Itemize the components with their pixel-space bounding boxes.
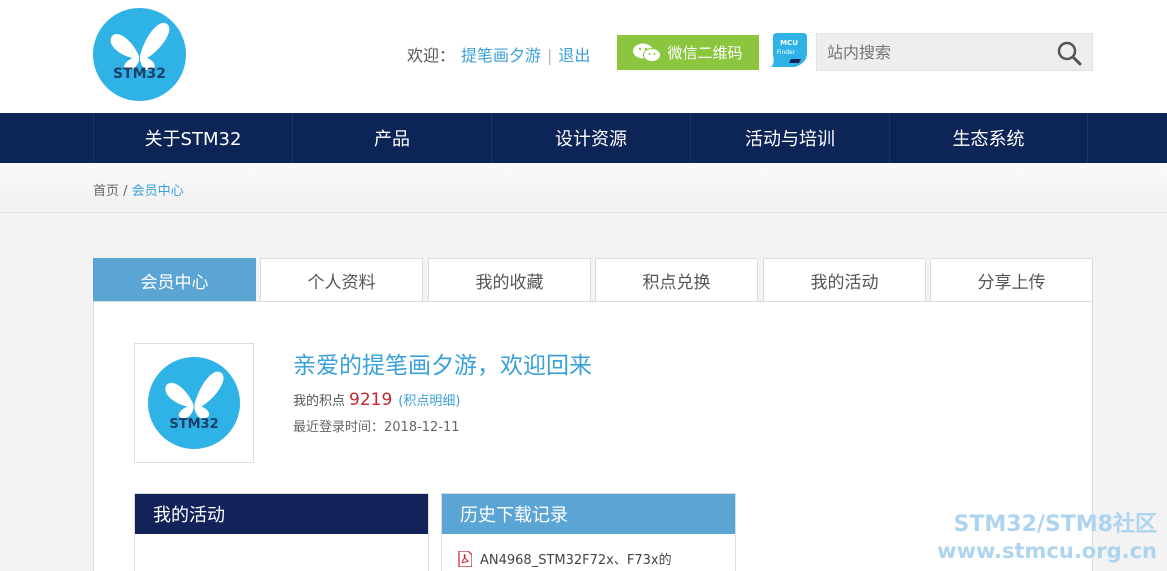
watermark-line2: www.stmcu.org.cn xyxy=(937,539,1157,563)
download-history-title: 历史下载记录 xyxy=(442,494,735,534)
tab-member-center[interactable]: 会员中心 xyxy=(93,258,256,302)
last-login: 最近登录时间：2018-12-11 xyxy=(293,420,460,435)
nav-item-ecosystem[interactable]: 生态系统 xyxy=(889,113,1088,163)
breadcrumb-current[interactable]: 会员中心 xyxy=(132,184,184,199)
tab-share-upload[interactable]: 分享上传 xyxy=(930,258,1093,302)
nav-item-about[interactable]: 关于STM32 xyxy=(93,113,292,163)
username-link[interactable]: 提笔画夕游 xyxy=(461,46,541,65)
watermark-line1: STM32/STM8社区 xyxy=(953,512,1157,537)
breadcrumb-bar: 首页 / 会员中心 xyxy=(0,163,1167,213)
tab-profile[interactable]: 个人资料 xyxy=(260,258,423,302)
nav-item-products[interactable]: 产品 xyxy=(292,113,491,163)
logo-text: STM32 xyxy=(112,66,167,82)
separator: | xyxy=(547,46,553,65)
tab-favorites[interactable]: 我的收藏 xyxy=(428,258,591,302)
download-item[interactable]: AN4968_STM32F72x、F73x的 xyxy=(458,549,672,568)
points-value: 9219 xyxy=(349,390,393,410)
main-nav: 关于STM32 产品 设计资源 活动与培训 生态系统 xyxy=(0,113,1167,163)
site-search xyxy=(816,33,1093,71)
nav-item-events-training[interactable]: 活动与培训 xyxy=(690,113,889,163)
download-history-box: 历史下载记录 AN4968_STM32F72x、F73x的 xyxy=(441,493,736,571)
stm32-logo[interactable]: STM32 xyxy=(93,8,186,101)
breadcrumb-home[interactable]: 首页 xyxy=(93,184,119,199)
svg-text:Finder: Finder xyxy=(777,49,796,56)
search-input[interactable] xyxy=(817,34,1047,70)
pdf-icon xyxy=(458,550,472,567)
svg-text:MCU: MCU xyxy=(780,39,798,47)
wechat-qr-button[interactable]: 微信二维码 xyxy=(617,35,759,70)
mcu-finder-icon[interactable]: MCU Finder xyxy=(769,33,807,69)
my-activities-title: 我的活动 xyxy=(135,494,428,534)
site-watermark: STM32/STM8社区 www.stmcu.org.cn xyxy=(937,512,1157,564)
tab-my-activities[interactable]: 我的活动 xyxy=(763,258,926,302)
tab-points-exchange[interactable]: 积点兑换 xyxy=(595,258,758,302)
butterfly-icon xyxy=(165,371,224,419)
points-line: 我的积点 9219 (积点明细) xyxy=(293,390,460,410)
breadcrumb-separator: / xyxy=(119,184,132,199)
points-label: 我的积点 xyxy=(293,394,346,409)
download-item-label: AN4968_STM32F72x、F73x的 xyxy=(480,553,672,568)
butterfly-icon xyxy=(110,22,170,70)
search-icon[interactable] xyxy=(1056,40,1082,66)
nav-item-design-resources[interactable]: 设计资源 xyxy=(491,113,690,163)
points-detail-link[interactable]: (积点明细) xyxy=(398,394,460,409)
avatar[interactable]: STM32 xyxy=(134,343,254,463)
welcome-bar: 欢迎： 提笔画夕游 | 退出 xyxy=(407,42,590,66)
wechat-label: 微信二维码 xyxy=(667,44,743,62)
avatar-logo: STM32 xyxy=(148,357,240,449)
site-header: STM32 欢迎： 提笔画夕游 | 退出 微信二维码 MCU Finder xyxy=(0,0,1167,113)
welcome-prefix: 欢迎： xyxy=(407,46,456,65)
logout-link[interactable]: 退出 xyxy=(558,46,590,65)
wechat-icon xyxy=(633,43,662,62)
greeting-heading: 亲爱的提笔画夕游，欢迎回来 xyxy=(293,353,592,379)
my-activities-box: 我的活动 xyxy=(134,493,429,571)
breadcrumb: 首页 / 会员中心 xyxy=(93,180,184,199)
avatar-text: STM32 xyxy=(169,417,219,432)
